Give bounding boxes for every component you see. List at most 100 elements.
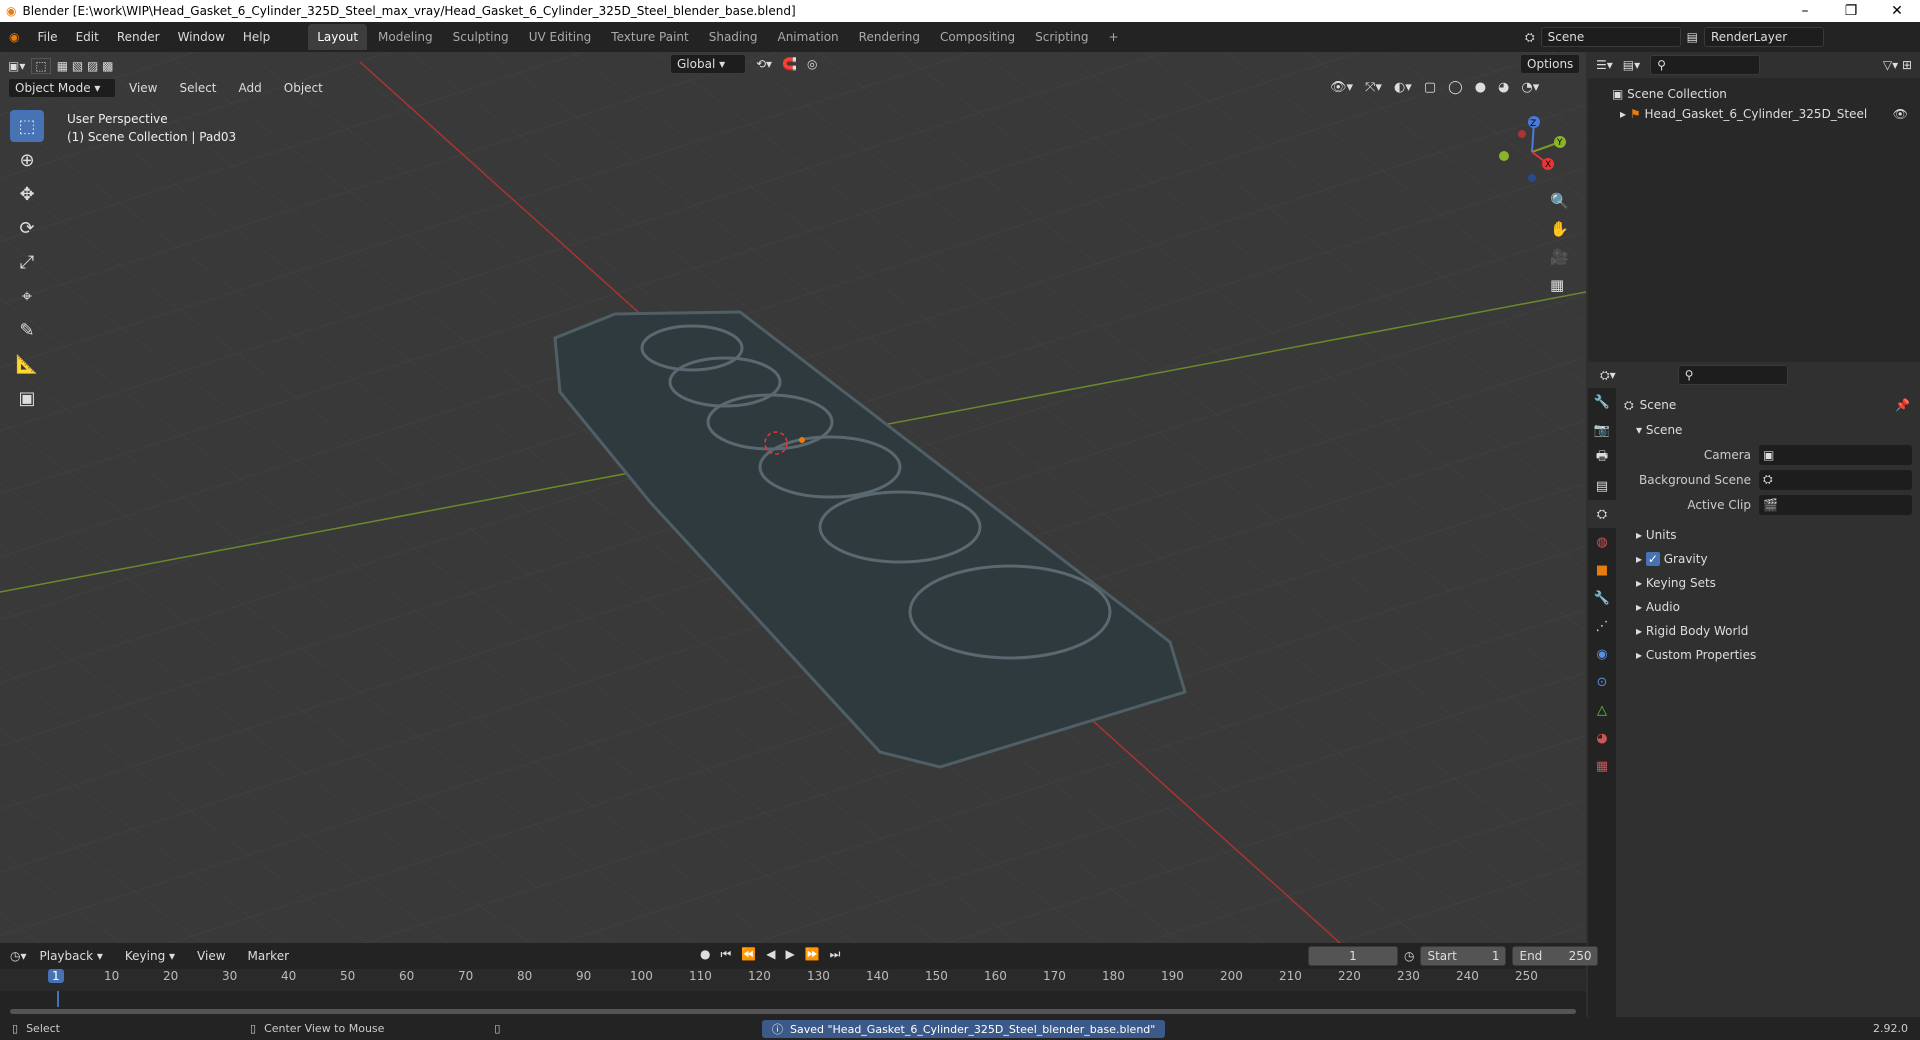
3d-viewport[interactable]: ▣▾ ⬚ ▦ ▧ ▨ ▩ Global ▾ ⟲▾ 🧲 ◎ Options Obj… [0, 52, 1586, 943]
world-tab-icon[interactable]: ◍ [1588, 528, 1616, 556]
tab-rendering[interactable]: Rendering [850, 24, 929, 50]
display-mode-icon[interactable]: ▤▾ [1623, 58, 1640, 72]
constraints-tab-icon[interactable]: ⊙ [1588, 668, 1616, 696]
view-layer-icon[interactable]: ▤ [1687, 30, 1698, 44]
snap-icon[interactable]: 🧲 [782, 57, 797, 71]
timeline-menu-view[interactable]: View [188, 946, 234, 966]
object-tab-icon[interactable]: ■ [1588, 556, 1616, 584]
tab-modeling[interactable]: Modeling [369, 24, 442, 50]
solid-shading-icon[interactable]: ● [1475, 80, 1486, 95]
clock-icon[interactable]: ◷ [1404, 949, 1414, 963]
gizmo-neg-z-icon[interactable] [1528, 174, 1536, 182]
properties-search-input[interactable]: ⚲ [1677, 365, 1788, 385]
background-scene-field[interactable]: ⛭ [1759, 469, 1912, 490]
timeline-menu-keying[interactable]: Keying ▾ [116, 946, 184, 966]
timeline-scrollbar[interactable] [10, 1009, 1576, 1014]
minimize-button[interactable]: – [1782, 0, 1828, 22]
add-cube-tool-icon[interactable]: ▣ [10, 382, 44, 414]
tab-compositing[interactable]: Compositing [931, 24, 1024, 50]
scene-icon[interactable]: ⛭ [1525, 30, 1535, 45]
view-layer-tab-icon[interactable]: ▤ [1588, 472, 1616, 500]
texture-tab-icon[interactable]: ▦ [1588, 752, 1616, 780]
camera-field[interactable]: ▣ [1759, 444, 1912, 465]
pin-icon[interactable]: 📌 [1895, 398, 1920, 412]
render-layer-field[interactable]: RenderLayer [1703, 27, 1824, 47]
expand-arrow-icon[interactable]: ▸ [1620, 104, 1626, 124]
material-tab-icon[interactable]: ◕ [1588, 724, 1616, 752]
gizmo-neg-y-icon[interactable] [1499, 151, 1509, 161]
viewport-menu-select[interactable]: Select [170, 78, 225, 98]
measure-tool-icon[interactable]: 📐 [10, 348, 44, 380]
rotate-tool-icon[interactable]: ⟳ [10, 212, 44, 244]
maximize-button[interactable]: ❐ [1828, 0, 1874, 22]
rendered-shading-icon[interactable]: ◔▾ [1521, 80, 1539, 95]
overlays-icon[interactable]: ◐▾ [1394, 80, 1412, 95]
panel-keying-sets[interactable]: ▸ Keying Sets [1624, 571, 1920, 595]
close-button[interactable]: ✕ [1874, 0, 1920, 22]
timeline-editor-icon[interactable]: ◷▾ [10, 949, 27, 963]
selection-mode-icons[interactable]: ▦ ▧ ▨ ▩ [57, 59, 114, 73]
particles-tab-icon[interactable]: ⋰ [1588, 612, 1616, 640]
camera-view-icon[interactable]: 🎥 [1550, 248, 1569, 266]
start-frame-field[interactable]: Start 1 [1420, 946, 1507, 966]
record-icon[interactable]: ● [700, 947, 710, 962]
select-tool-icon[interactable]: ⬚ [10, 110, 44, 142]
proportional-editing-icon[interactable]: ◎ [807, 57, 817, 71]
menu-file[interactable]: File [28, 22, 66, 52]
current-frame-field[interactable]: 1 [1308, 946, 1398, 966]
playhead-frame[interactable]: 1 [48, 969, 64, 983]
outliner-object-row[interactable]: ▸ ⚑ Head_Gasket_6_Cylinder_325D_Steel 👁 [1612, 104, 1920, 124]
tab-texture-paint[interactable]: Texture Paint [602, 24, 697, 50]
scene-field[interactable]: Scene [1540, 27, 1681, 47]
transform-tool-icon[interactable]: ⌖ [10, 280, 44, 312]
timeline-menu-marker[interactable]: Marker [239, 946, 298, 966]
viewport-menu-add[interactable]: Add [230, 78, 271, 98]
tab-animation[interactable]: Animation [768, 24, 847, 50]
outliner-editor-icon[interactable]: ☰▾ [1596, 58, 1613, 72]
active-clip-field[interactable]: 🎬 [1759, 494, 1912, 515]
scene-tab-icon[interactable]: ⛭ [1588, 500, 1616, 528]
select-box-icon[interactable]: ⬚ [31, 58, 51, 74]
visibility-icon[interactable]: 👁▾ [1330, 80, 1353, 95]
tab-layout[interactable]: Layout [308, 24, 368, 50]
panel-scene[interactable]: ▾ Scene [1624, 418, 1920, 442]
tab-sculpting[interactable]: Sculpting [444, 24, 518, 50]
pan-hand-icon[interactable]: ✋ [1550, 220, 1569, 238]
gravity-checkbox[interactable]: ✓ [1645, 552, 1660, 566]
cursor-tool-icon[interactable]: ⊕ [10, 144, 44, 176]
wireframe-shading-icon[interactable]: ◯ [1448, 80, 1463, 95]
viewport-menu-view[interactable]: View [120, 78, 166, 98]
end-frame-field[interactable]: End 250 [1512, 946, 1599, 966]
options-dropdown[interactable]: Options [1520, 54, 1581, 74]
tab-shading[interactable]: Shading [700, 24, 767, 50]
next-keyframe-icon[interactable]: ⏩ [805, 947, 820, 962]
visibility-eye-icon[interactable]: 👁 [1893, 104, 1908, 124]
material-shading-icon[interactable]: ◕ [1498, 80, 1509, 95]
tab-uv-editing[interactable]: UV Editing [520, 24, 601, 50]
move-tool-icon[interactable]: ✥ [10, 178, 44, 210]
mode-dropdown[interactable]: Object Mode ▾ [8, 78, 116, 98]
outliner-search-input[interactable]: ⚲ [1650, 55, 1761, 75]
zoom-icon[interactable]: 🔍 [1550, 192, 1569, 210]
menu-render[interactable]: Render [108, 22, 169, 52]
timeline-menu-playback[interactable]: Playback ▾ [31, 946, 112, 966]
play-icon[interactable]: ▶ [785, 947, 794, 962]
render-tab-icon[interactable]: 📷 [1588, 416, 1616, 444]
gizmo-neg-x-icon[interactable] [1518, 130, 1526, 138]
data-tab-icon[interactable]: △ [1588, 696, 1616, 724]
output-tab-icon[interactable]: 🖶 [1588, 444, 1616, 472]
panel-audio[interactable]: ▸ Audio [1624, 595, 1920, 619]
scene-collection-row[interactable]: ▣ Scene Collection [1612, 84, 1920, 104]
panel-units[interactable]: ▸ Units [1624, 523, 1920, 547]
viewport-menu-object[interactable]: Object [275, 78, 332, 98]
blender-menu-icon[interactable]: ◉ [0, 22, 28, 52]
editor-type-icon[interactable]: ▣▾ [8, 59, 25, 73]
orientation-dropdown[interactable]: Global ▾ [670, 54, 746, 74]
gizmo-toggle-icon[interactable]: ⤧▾ [1365, 80, 1382, 95]
filter-icon[interactable]: ▽▾ ⊞ [1883, 58, 1920, 72]
frame-ruler[interactable]: 1 10 20 30 40 50 60 70 80 90 100 110 120… [0, 969, 1586, 991]
panel-rigid-body-world[interactable]: ▸ Rigid Body World [1624, 619, 1920, 643]
navigation-gizmo[interactable]: Z Y X [1490, 112, 1570, 192]
prev-keyframe-icon[interactable]: ⏪ [741, 947, 756, 962]
panel-gravity[interactable]: ▸ ✓ Gravity [1624, 547, 1920, 571]
